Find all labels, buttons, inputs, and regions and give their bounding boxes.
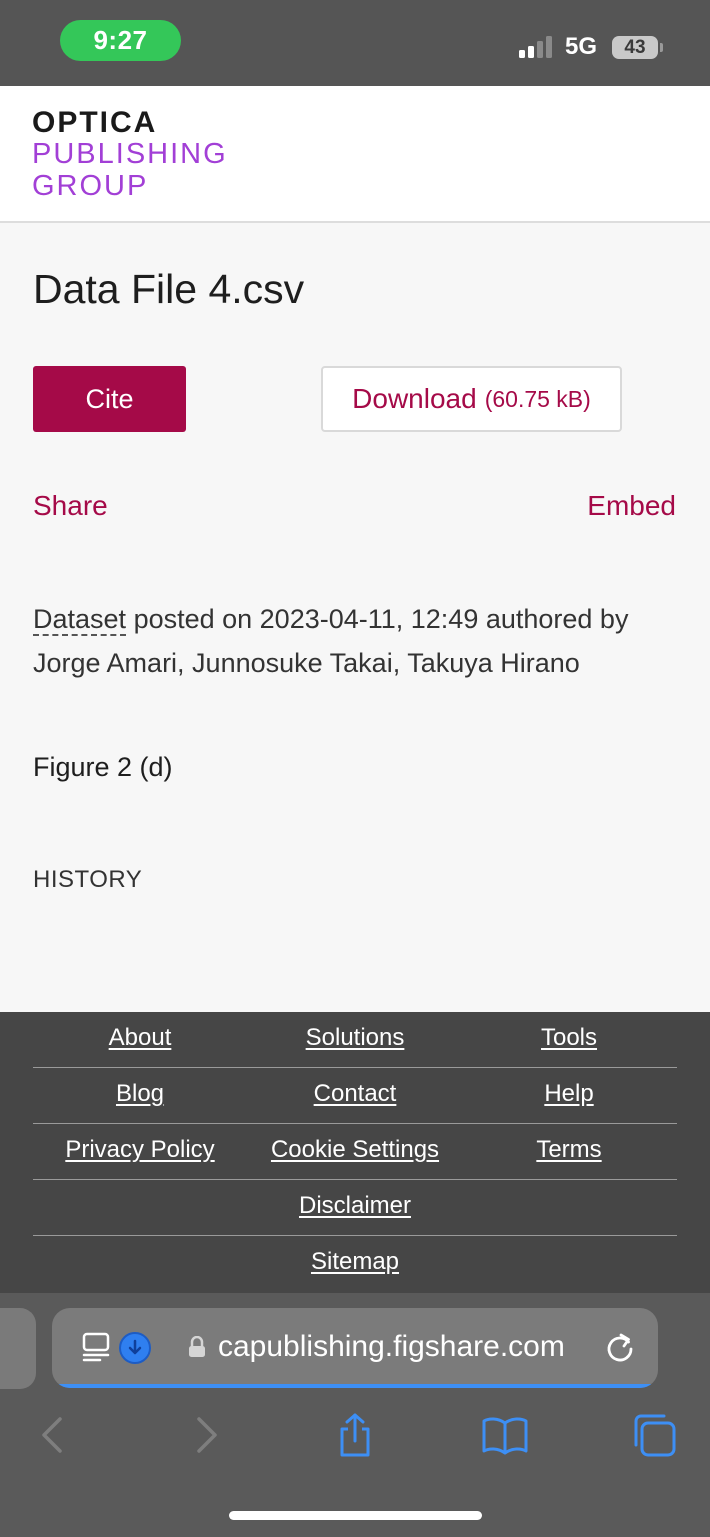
battery-cap [660, 43, 663, 52]
battery-icon: 43 [612, 36, 658, 59]
footer-row: About Solutions Tools [33, 1012, 677, 1068]
footer-link-contact[interactable]: Contact [314, 1080, 397, 1108]
download-label: Download [352, 383, 477, 414]
previous-tab-peek[interactable] [0, 1308, 36, 1389]
footer-link-privacy-policy[interactable]: Privacy Policy [65, 1136, 214, 1164]
lock-icon [189, 1336, 205, 1357]
url-text[interactable]: capublishing.figshare.com [218, 1330, 565, 1364]
share-link[interactable]: Share [33, 490, 108, 522]
history-heading[interactable]: HISTORY [33, 866, 142, 894]
network-type: 5G [565, 33, 598, 60]
share-icon[interactable] [330, 1413, 380, 1457]
logo-line-publishing: PUBLISHING [32, 138, 228, 170]
download-progress-icon[interactable] [119, 1332, 151, 1364]
footer-link-terms[interactable]: Terms [536, 1136, 601, 1164]
footer-link-tools[interactable]: Tools [541, 1024, 597, 1052]
status-time[interactable]: 9:27 [60, 20, 181, 61]
download-size: (60.75 kB) [484, 385, 591, 412]
home-indicator[interactable] [229, 1511, 482, 1520]
back-icon[interactable] [28, 1413, 78, 1457]
page-load-progress-bar [52, 1384, 658, 1388]
cellular-signal-icon [519, 36, 555, 58]
footer-row: Sitemap [33, 1236, 677, 1292]
footer-link-help[interactable]: Help [544, 1080, 593, 1108]
logo-line-group: GROUP [32, 170, 149, 202]
footer-link-about[interactable]: About [109, 1024, 172, 1052]
address-bar[interactable]: capublishing.figshare.com [52, 1308, 658, 1388]
forward-icon[interactable] [181, 1413, 231, 1457]
embed-link[interactable]: Embed [587, 490, 676, 522]
download-button[interactable]: Download (60.75 kB) [321, 366, 622, 432]
site-footer: About Solutions Tools Blog Contact Help … [0, 1012, 710, 1302]
bookmarks-icon[interactable] [480, 1413, 530, 1457]
footer-row: Privacy Policy Cookie Settings Terms [33, 1124, 677, 1180]
footer-link-cookie-settings[interactable]: Cookie Settings [271, 1136, 439, 1164]
tabs-icon[interactable] [630, 1413, 680, 1457]
item-type[interactable]: Dataset [33, 604, 127, 636]
reader-page-icon[interactable] [82, 1332, 110, 1362]
site-header: OPTICA PUBLISHING GROUP [0, 86, 710, 223]
reload-icon[interactable] [604, 1331, 636, 1363]
cite-button[interactable]: Cite [33, 366, 186, 432]
item-description: Figure 2 (d) [33, 752, 173, 782]
status-bar: 9:27 5G 43 [0, 0, 710, 86]
logo-line-optica: OPTICA [32, 106, 158, 139]
browser-chrome: capublishing.figshare.com [0, 1293, 710, 1537]
footer-link-sitemap[interactable]: Sitemap [311, 1248, 399, 1276]
item-metadata: Dataset posted on 2023-04-11, 12:49 auth… [33, 597, 683, 685]
footer-link-blog[interactable]: Blog [116, 1080, 164, 1108]
footer-row: Disclaimer [33, 1180, 677, 1236]
footer-row: Blog Contact Help [33, 1068, 677, 1124]
footer-link-solutions[interactable]: Solutions [306, 1024, 405, 1052]
page-title: Data File 4.csv [33, 266, 305, 312]
footer-link-disclaimer[interactable]: Disclaimer [299, 1192, 411, 1220]
optica-logo[interactable]: OPTICA PUBLISHING GROUP [32, 108, 228, 204]
